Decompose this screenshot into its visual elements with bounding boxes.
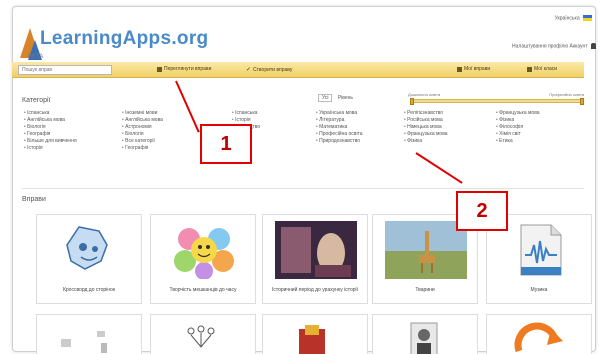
apps-icon — [457, 66, 462, 72]
categories-title: Категорії — [22, 97, 51, 104]
category-link[interactable]: Етика — [496, 138, 540, 145]
all-levels-select[interactable]: Усі — [318, 94, 333, 102]
grid-icon — [157, 66, 162, 72]
search-input[interactable] — [18, 65, 112, 75]
category-link[interactable]: Російська мова — [404, 117, 448, 124]
diagram-thumbnail — [61, 331, 107, 353]
language-label: Українська — [554, 15, 580, 22]
cube-thumbnail — [299, 325, 325, 354]
painting-thumbnail — [275, 221, 357, 279]
slider-handle-max[interactable] — [580, 98, 584, 105]
flower-thumbnail — [174, 228, 234, 279]
my-apps-button[interactable]: Мої вправи — [457, 66, 490, 72]
arrow-cycle-thumbnail — [514, 322, 563, 353]
user-menu-label: Налаштування профілю Аккаунт — [512, 43, 588, 50]
puzzle-thumbnail — [66, 226, 108, 270]
app-card-title: Тварини — [415, 287, 435, 293]
category-link[interactable]: Релігієзнавство — [404, 110, 448, 117]
level-filter[interactable]: Усі Рівень — [318, 94, 353, 102]
category-link[interactable]: Література — [316, 117, 363, 124]
app-card[interactable] — [262, 314, 368, 354]
category-link[interactable]: Астрономія — [122, 124, 163, 131]
app-card[interactable] — [486, 314, 592, 354]
annotation-label-2: 2 — [456, 191, 508, 231]
category-link[interactable]: Історія — [24, 145, 77, 152]
annotation-label-1: 1 — [200, 124, 252, 164]
category-column-5: РелігієзнавствоРосійська моваНімецька мо… — [404, 110, 448, 145]
category-link[interactable]: Історія — [232, 117, 260, 124]
category-link[interactable]: Німецька мова — [404, 124, 448, 131]
slider-max-label: Професійна освіта — [549, 92, 584, 97]
level-slider[interactable]: Дошкільна освіта Професійна освіта — [408, 92, 584, 106]
category-link[interactable]: Іноземні мови — [122, 110, 163, 117]
category-link[interactable]: Фізика — [404, 138, 448, 145]
category-link[interactable]: Географія — [122, 145, 163, 152]
category-column-4: Українська моваЛітератураМатематикаПрофе… — [316, 110, 363, 145]
site-logo[interactable]: LearningApps.org — [40, 28, 208, 50]
classes-icon — [527, 66, 532, 72]
tree-thumbnail — [187, 325, 215, 348]
app-card[interactable]: Історичний період до урахунку історії — [262, 214, 368, 304]
category-link[interactable]: Фізика — [496, 117, 540, 124]
browse-apps-label: Переглянути вправи — [164, 66, 212, 72]
category-link[interactable]: Французька мова — [404, 131, 447, 138]
app-card[interactable] — [372, 314, 478, 354]
category-column-2: Іноземні мовиАнглійська моваАстрономіяБі… — [122, 110, 163, 152]
app-card-title: Музика — [530, 287, 548, 293]
user-icon — [591, 43, 596, 49]
my-apps-label: Мої вправи — [464, 66, 491, 72]
category-column-6: Французька моваФізикаФілософіяХімія світ… — [496, 110, 540, 145]
giraffe-thumbnail — [385, 221, 467, 279]
portrait-thumbnail — [410, 322, 438, 354]
user-menu[interactable]: Налаштування профілю Аккаунт — [512, 43, 596, 49]
category-link[interactable]: Все категорії — [122, 138, 163, 145]
category-link[interactable]: Англійська мова — [122, 117, 163, 124]
apps-section-title: Вправи — [22, 196, 46, 203]
my-classes-label: Мої класи — [534, 66, 558, 72]
category-link[interactable]: Біологія — [122, 131, 163, 138]
check-icon: ✓ — [246, 67, 252, 73]
my-classes-button[interactable]: Мої класи — [527, 66, 557, 72]
app-card[interactable] — [150, 314, 256, 354]
slider-track[interactable] — [410, 99, 582, 103]
category-link[interactable]: Французька мова — [496, 110, 539, 117]
create-app-button[interactable]: ✓ Створити вправу — [246, 66, 293, 74]
category-link[interactable]: Українська мова — [316, 110, 363, 117]
app-card[interactable]: Кроссворд до сторінок — [36, 214, 142, 304]
app-card[interactable]: Творчість мешканців до часу — [150, 214, 256, 304]
flag-icon — [583, 15, 592, 21]
language-selector[interactable]: Українська — [555, 15, 592, 21]
slider-min-label: Дошкільна освіта — [408, 92, 441, 97]
category-link[interactable]: Іспанська — [24, 110, 77, 117]
level-label: Рівень — [337, 95, 354, 101]
category-link[interactable]: Хімія світ — [496, 131, 540, 138]
app-card-title: Історичний період до урахунку історії — [271, 287, 359, 293]
create-app-label: Створити вправу — [253, 66, 293, 73]
category-link[interactable]: Іспанська — [232, 110, 260, 117]
audio-file-thumbnail — [520, 224, 562, 276]
category-link[interactable]: Географія — [24, 131, 77, 138]
category-column-1: ІспанськаАнглійська моваБіологіяГеографі… — [24, 110, 77, 152]
logo-beta-label: BETA — [28, 54, 44, 60]
slider-handle-min[interactable] — [410, 98, 414, 105]
category-link[interactable]: Англійська мова — [24, 117, 77, 124]
category-link[interactable]: Природознавство — [316, 138, 363, 145]
app-card-title: Творчість мешканців до часу — [169, 287, 237, 293]
browse-apps-button[interactable]: Переглянути вправи — [157, 66, 211, 72]
category-link[interactable]: Біологія — [24, 124, 77, 131]
divider — [22, 188, 584, 189]
category-link[interactable]: Професійна освіта — [316, 131, 362, 138]
main-toolbar: Переглянути вправи ✓ Створити вправу Мої… — [12, 62, 584, 78]
category-link[interactable]: Більше для вивчення — [24, 138, 77, 145]
app-card-title: Кроссворд до сторінок — [62, 287, 116, 293]
category-link[interactable]: Філософія — [496, 124, 540, 131]
app-card[interactable] — [36, 314, 142, 354]
category-link[interactable]: Математика — [316, 124, 363, 131]
